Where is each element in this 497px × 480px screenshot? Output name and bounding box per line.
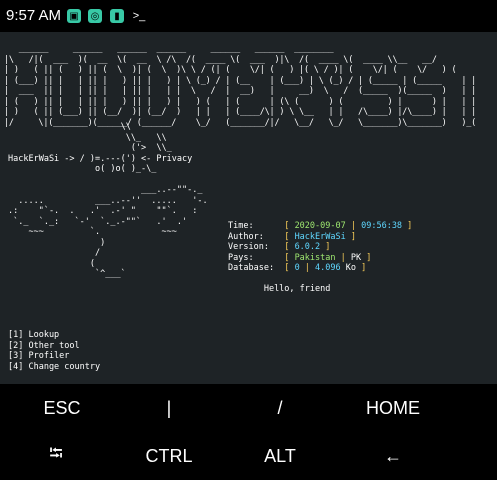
privacy-ascii-art: \\ \\_ \\ ('> \\_ HackErWaSi -> / )=.---… (8, 122, 208, 279)
db-size: 4.096 (315, 263, 341, 273)
slash-key[interactable]: / (218, 384, 342, 432)
status-time: 9:57 AM (6, 7, 62, 24)
main-menu: [1] Lookup [2] Other tool [3] Profiler [… (8, 330, 100, 372)
menu-item-lookup: [1] Lookup (8, 330, 60, 340)
home-key[interactable]: HOME (331, 384, 455, 432)
status-bar: 9:57 AM ▣ ◎ ▮ >_ (0, 0, 497, 32)
ascii-banner: ______ ______ ______ ______ ______ _____… (4, 44, 477, 128)
left-arrow-key[interactable]: ← (331, 432, 455, 480)
terminal-output[interactable]: ______ ______ ______ ______ ______ _____… (0, 32, 497, 384)
country-code: PK (350, 252, 362, 263)
ctrl-key[interactable]: CTRL (107, 432, 231, 480)
author-value: HackErWaSi (294, 231, 346, 242)
time-label: Time: (228, 221, 254, 231)
tab-key[interactable]: ⭾ (0, 432, 118, 480)
menu-item-profiler: [3] Profiler (8, 351, 70, 361)
hotspot-icon: ◎ (88, 9, 102, 23)
time-clock: 09:56:38 (361, 221, 403, 231)
country-value: Pakistan (294, 252, 336, 263)
greeting: Hello, friend (263, 284, 331, 294)
screenshot-icon: ▣ (67, 9, 81, 23)
terminal-icon: >_ (132, 10, 146, 22)
version-label: Version: (228, 242, 269, 252)
menu-item-other-tool: [2] Other tool (8, 340, 80, 351)
info-panel: Time: [ 2020-09-07 | 09:56:38 ] Author: … (228, 221, 413, 294)
battery-saver-icon: ▮ (110, 9, 124, 23)
version-value: 6.0.2 (294, 242, 321, 252)
esc-key[interactable]: ESC (0, 384, 124, 432)
database-label: Database: (228, 263, 275, 273)
alt-key[interactable]: ALT (218, 432, 342, 480)
pipe-key[interactable]: | (107, 384, 231, 432)
author-label: Author: (228, 231, 264, 242)
db-unit: Ko (345, 263, 357, 273)
country-label: Pays: (228, 252, 254, 263)
extra-keys-bar: ESC | / HOME ⭾ CTRL ALT ← (0, 384, 497, 480)
menu-item-change-country: [4] Change country (8, 361, 101, 372)
time-date: 2020-09-07 (294, 221, 346, 231)
